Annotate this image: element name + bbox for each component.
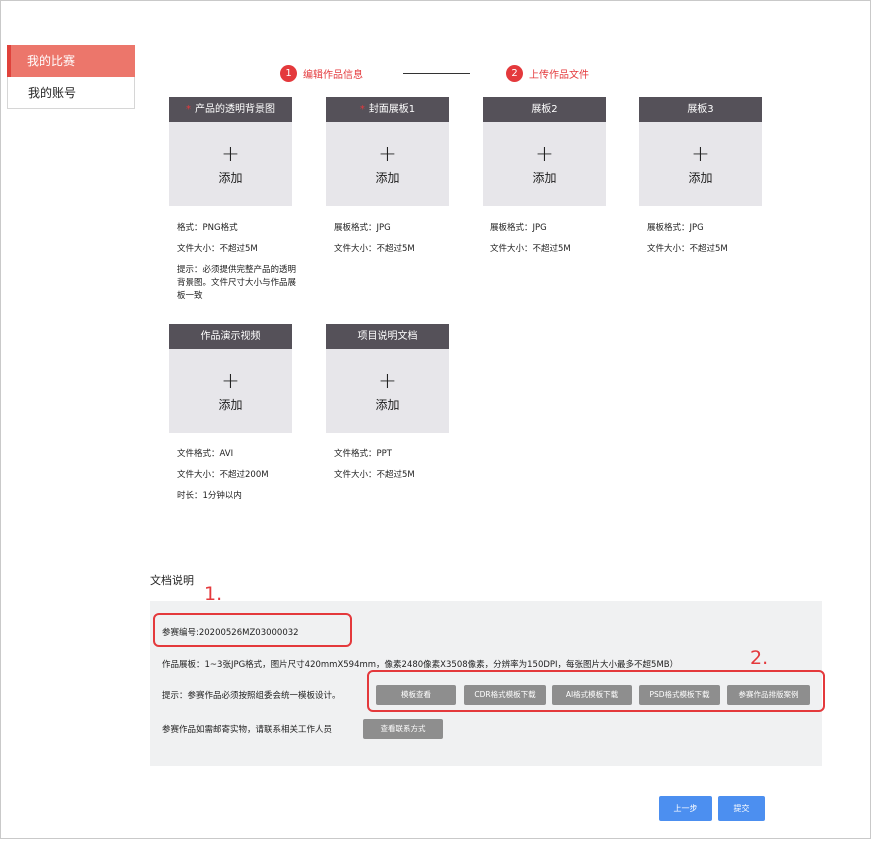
view-contact-button[interactable]: 查看联系方式 [363, 719, 443, 739]
card-info-project-doc: 文件格式：PPT 文件大小：不超过5M [334, 448, 464, 490]
add-file-button[interactable]: + 添加 [326, 349, 449, 433]
sidebar-item-my-account[interactable]: 我的账号 [7, 77, 135, 109]
add-label: 添加 [532, 170, 557, 185]
upload-card-cover-board: * 封面展板1 + 添加 [326, 97, 449, 206]
plus-icon: + [378, 141, 397, 167]
plus-icon: + [221, 368, 240, 394]
info-line: 文件大小：不超过5M [334, 470, 415, 480]
card-title: 展板2 [531, 104, 558, 115]
add-label: 添加 [375, 170, 400, 185]
upload-card-board-2: 展板2 + 添加 [483, 97, 606, 206]
add-label: 添加 [218, 170, 243, 185]
board-spec-text: 作品展板：1~3张JPG格式，图片尺寸420mmX594mm，像素2480像素X… [162, 660, 679, 670]
info-line: 文件大小：不超过5M [334, 244, 415, 254]
add-file-button[interactable]: + 添加 [169, 349, 292, 433]
mail-note-text: 参赛作品如需邮寄实物，请联系相关工作人员 [162, 725, 333, 735]
add-file-button[interactable]: + 添加 [326, 122, 449, 206]
add-file-button[interactable]: + 添加 [483, 122, 606, 206]
info-tip: 提示：必须提供完整产品的透明背景图。文件尺寸大小与作品展板一致 [177, 265, 297, 301]
card-header: 展板3 [639, 97, 762, 122]
card-title: 展板3 [687, 104, 714, 115]
plus-icon: + [691, 141, 710, 167]
card-info-board-3: 展板格式：JPG 文件大小：不超过5M [647, 222, 777, 264]
upload-card-demo-video: 作品演示视频 + 添加 [169, 324, 292, 433]
step-number: 1 [280, 65, 297, 82]
info-line: 文件格式：PPT [334, 449, 392, 459]
step-divider [403, 73, 470, 74]
step-label: 编辑作品信息 [303, 70, 363, 81]
add-file-button[interactable]: + 添加 [169, 122, 292, 206]
card-info-transparent-bg: 格式：PNG格式 文件大小：不超过5M 提示：必须提供完整产品的透明背景图。文件… [177, 222, 297, 303]
add-label: 添加 [375, 397, 400, 412]
view-template-button[interactable]: 模板查看 [376, 685, 456, 705]
info-line: 文件大小：不超过5M [177, 244, 258, 254]
plus-icon: + [535, 141, 554, 167]
info-line: 展板格式：JPG [490, 223, 547, 233]
upload-card-project-doc: 项目说明文档 + 添加 [326, 324, 449, 433]
plus-icon: + [378, 368, 397, 394]
info-line: 格式：PNG格式 [177, 223, 238, 233]
sidebar-item-my-contest[interactable]: 我的比赛 [7, 45, 135, 77]
add-label: 添加 [218, 397, 243, 412]
card-info-board-2: 展板格式：JPG 文件大小：不超过5M [490, 222, 620, 264]
info-line: 文件大小：不超过5M [647, 244, 728, 254]
template-tip-text: 提示：参赛作品必须按照组委会统一模板设计。 [162, 691, 341, 701]
layout-examples-button[interactable]: 参赛作品排版案例 [727, 685, 810, 705]
info-line: 展板格式：JPG [647, 223, 704, 233]
sidebar: 我的比赛 我的账号 [7, 45, 135, 109]
info-line: 文件格式：AVI [177, 449, 234, 459]
psd-template-download-button[interactable]: PSD格式模板下载 [639, 685, 720, 705]
card-header: 作品演示视频 [169, 324, 292, 349]
card-title: 作品演示视频 [200, 331, 261, 342]
info-line: 展板格式：JPG [334, 223, 391, 233]
plus-icon: + [221, 141, 240, 167]
annotation-mark-1: 1. [204, 583, 223, 605]
cdr-template-download-button[interactable]: CDR格式模板下载 [464, 685, 546, 705]
upload-card-transparent-bg: * 产品的透明背景图 + 添加 [169, 97, 292, 206]
info-line: 文件大小：不超过200M [177, 470, 269, 480]
info-line: 文件大小：不超过5M [490, 244, 571, 254]
card-info-demo-video: 文件格式：AVI 文件大小：不超过200M 时长：1分钟以内 [177, 448, 307, 511]
step-1: 1 编辑作品信息 [280, 65, 363, 82]
step-number: 2 [506, 65, 523, 82]
card-title: 封面展板1 [368, 104, 416, 115]
card-title: 产品的透明背景图 [195, 104, 275, 115]
card-header: * 产品的透明背景图 [169, 97, 292, 122]
card-header: * 封面展板1 [326, 97, 449, 122]
add-file-button[interactable]: + 添加 [639, 122, 762, 206]
card-title: 项目说明文档 [357, 331, 418, 342]
info-line: 时长：1分钟以内 [177, 491, 242, 501]
required-mark: * [186, 104, 191, 115]
submit-button[interactable]: 提交 [718, 796, 765, 821]
entry-number: 参赛编号:20200526MZ03000032 [162, 628, 299, 638]
step-2: 2 上传作品文件 [506, 65, 589, 82]
add-label: 添加 [688, 170, 713, 185]
ai-template-download-button[interactable]: AI格式模板下载 [552, 685, 632, 705]
required-mark: * [359, 104, 365, 115]
card-header: 展板2 [483, 97, 606, 122]
card-info-cover-board: 展板格式：JPG 文件大小：不超过5M [334, 222, 464, 264]
annotation-mark-2: 2. [750, 647, 769, 669]
doc-section-title: 文档说明 [150, 574, 194, 587]
upload-card-board-3: 展板3 + 添加 [639, 97, 762, 206]
step-label: 上传作品文件 [529, 70, 589, 81]
card-header: 项目说明文档 [326, 324, 449, 349]
prev-step-button[interactable]: 上一步 [659, 796, 712, 821]
